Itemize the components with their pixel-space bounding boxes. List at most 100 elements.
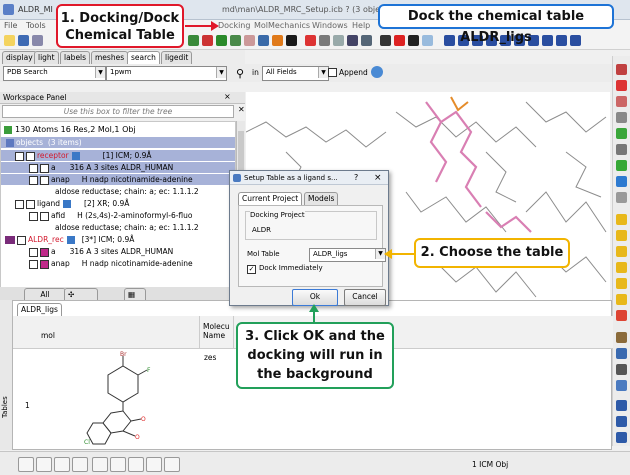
status-doc-icon[interactable] <box>72 457 88 472</box>
status-grid-icon[interactable] <box>36 457 52 472</box>
view-icon[interactable] <box>616 144 627 155</box>
rotate-icon[interactable] <box>616 96 627 107</box>
yellow-icon-5[interactable] <box>616 278 627 289</box>
menu-help[interactable]: Help <box>352 21 370 30</box>
binoculars-icon[interactable]: ⚲ <box>236 67 244 80</box>
table-tool-icon-1[interactable] <box>616 332 627 343</box>
tab-labels[interactable]: labels <box>60 51 91 64</box>
clip-icon[interactable] <box>347 35 358 46</box>
dark-ball-icon[interactable] <box>408 35 419 46</box>
tree-row-aldr-rec[interactable]: ALDR_rec [3*] ICM; 0.9Å <box>1 234 235 245</box>
expand-toggle[interactable] <box>29 259 38 269</box>
molecule-red-icon[interactable] <box>202 35 213 46</box>
visibility-checkbox[interactable] <box>40 259 49 269</box>
cancel-button[interactable]: Cancel <box>344 289 386 306</box>
green-box-icon[interactable] <box>616 128 627 139</box>
menu-file[interactable]: File <box>4 21 17 30</box>
tab-aldr-ligs[interactable]: ALDR_ligs <box>17 303 62 316</box>
visibility-checkbox[interactable] <box>40 175 49 185</box>
grid-icon[interactable] <box>230 35 241 46</box>
yellow-icon-2[interactable] <box>616 230 627 241</box>
visibility-checkbox[interactable] <box>26 199 35 209</box>
expand-toggle[interactable] <box>29 163 38 173</box>
black-icon[interactable] <box>286 35 297 46</box>
align-icon-8[interactable] <box>542 35 553 46</box>
tab-models[interactable]: Models <box>304 192 339 205</box>
binoculars-icon[interactable] <box>616 364 627 375</box>
pen-icon[interactable] <box>244 35 255 46</box>
yellow-icon-3[interactable] <box>616 246 627 257</box>
tree-row-receptor[interactable]: receptor [1] ICM; 0.9Å <box>1 150 235 161</box>
filter-clear-icon[interactable]: ✕ <box>238 105 245 118</box>
gear-green-icon[interactable] <box>188 35 199 46</box>
tab-light[interactable]: light <box>34 51 59 64</box>
align-icon-1[interactable] <box>444 35 455 46</box>
slab-icon[interactable] <box>361 35 372 46</box>
chart-icon[interactable] <box>616 432 627 443</box>
expand-toggle[interactable] <box>15 199 24 209</box>
expand-toggle[interactable] <box>17 235 26 245</box>
color-icon[interactable] <box>272 35 283 46</box>
tree-row-ligand[interactable]: ligand [2] XR; 0.9Å <box>1 198 235 209</box>
move-icon[interactable] <box>616 80 627 91</box>
align-icon-9[interactable] <box>556 35 567 46</box>
menu-tools[interactable]: Tools <box>26 21 46 30</box>
dock-immediately-checkbox[interactable]: ✓ <box>247 265 256 274</box>
tree-row-anap[interactable]: anap H nadp nicotinamide-adenine <box>1 258 235 269</box>
align-icon-10[interactable] <box>570 35 581 46</box>
lock-icon[interactable] <box>616 310 627 321</box>
col-molecule-name-header[interactable]: Molecu Name <box>203 322 230 340</box>
tab-search[interactable]: search <box>127 51 160 64</box>
grid-view-icon[interactable] <box>333 35 344 46</box>
tree-row-annotation[interactable]: aldose reductase; chain: a; ec: 1.1.1.2 <box>1 222 235 233</box>
status-gear-icon[interactable] <box>110 457 126 472</box>
tree-row-a[interactable]: a 316 A 3 sites ALDR_HUMAN <box>1 162 235 173</box>
menu-molmechanics[interactable]: MolMechanics <box>254 21 310 30</box>
zoom-icon[interactable] <box>616 112 627 123</box>
table-tool-icon-2[interactable] <box>616 348 627 359</box>
close-icon[interactable]: × <box>374 171 382 185</box>
wand-icon[interactable] <box>422 35 433 46</box>
green-icon-2[interactable] <box>616 160 627 171</box>
tab-ligedit[interactable]: ligedit <box>161 51 193 64</box>
status-tool-icon[interactable] <box>164 457 180 472</box>
sort-icon[interactable] <box>616 380 627 391</box>
visibility-checkbox[interactable] <box>40 163 49 173</box>
arrow-icon[interactable] <box>616 64 627 75</box>
yellow-icon-1[interactable] <box>616 214 627 225</box>
tree-row-afid[interactable]: afid H (2s,4s)-2-aminoformyl-6-fluo <box>1 210 235 221</box>
mol-table-select[interactable]: ALDR_ligs ▼ <box>309 248 386 262</box>
visibility-checkbox[interactable] <box>40 211 49 221</box>
red-ball-icon[interactable] <box>394 35 405 46</box>
table-view-icon-2[interactable] <box>616 416 627 427</box>
tree-row-objects[interactable]: objects (3 items) <box>1 137 235 148</box>
append-checkbox[interactable] <box>328 68 337 77</box>
expand-toggle[interactable] <box>15 151 24 161</box>
visibility-checkbox[interactable] <box>26 151 35 161</box>
tree-row-annotation[interactable]: aldose reductase; chain: a; ec: 1.1.1.2 <box>1 186 235 197</box>
tree-row-anap[interactable]: anap H nadp nicotinamide-adenine <box>1 174 235 185</box>
col-mol-header[interactable]: mol <box>41 331 55 340</box>
status-camera-icon[interactable] <box>128 457 144 472</box>
expand-toggle[interactable] <box>29 175 38 185</box>
status-edit-icon[interactable] <box>54 457 70 472</box>
yellow-icon-4[interactable] <box>616 262 627 273</box>
yellow-icon-6[interactable] <box>616 294 627 305</box>
close-icon[interactable]: × <box>224 92 231 101</box>
refresh-icon[interactable] <box>371 66 383 78</box>
text-icon[interactable] <box>380 35 391 46</box>
tab-display[interactable]: display <box>2 51 37 64</box>
visibility-checkbox[interactable] <box>40 247 49 257</box>
tab-meshes[interactable]: meshes <box>91 51 129 64</box>
tab-current-project[interactable]: Current Project <box>238 192 303 205</box>
tree-filter-input[interactable]: Use this box to filter the tree <box>2 105 234 118</box>
status-window-icon[interactable] <box>92 457 108 472</box>
fog-icon[interactable] <box>305 35 316 46</box>
blue-icon[interactable] <box>616 176 627 187</box>
as-icon[interactable] <box>616 192 627 203</box>
r-icon[interactable] <box>216 35 227 46</box>
print-icon[interactable] <box>32 35 43 46</box>
search-source-select[interactable]: PDB Search ▼ <box>3 66 106 81</box>
search-field-select[interactable]: All Fields ▼ <box>262 66 329 81</box>
table-view-icon[interactable] <box>616 400 627 411</box>
